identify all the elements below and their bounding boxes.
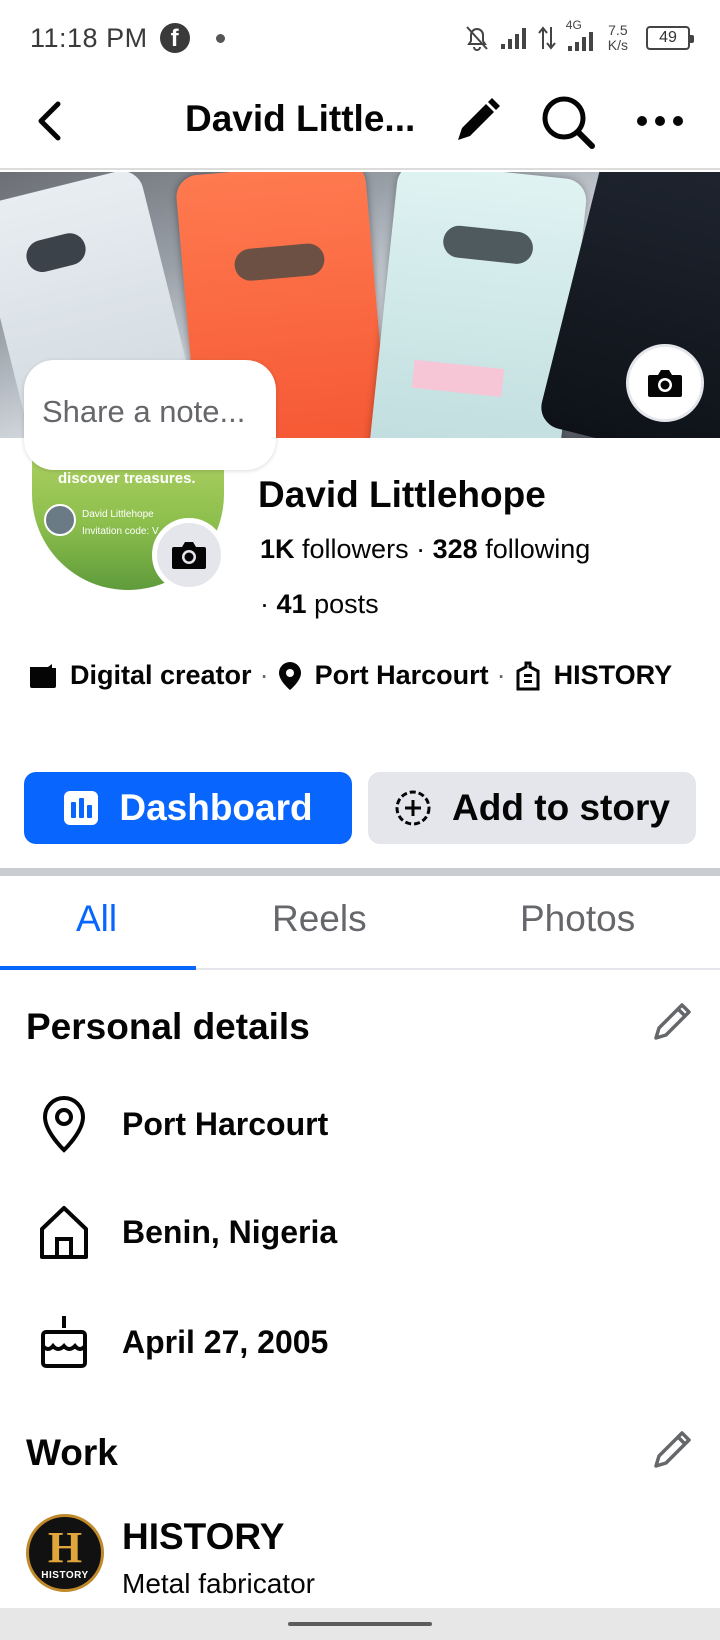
edit-personal-details-pencil-icon[interactable] xyxy=(650,998,696,1044)
home-icon xyxy=(40,1206,88,1259)
posts-separator: · xyxy=(260,589,269,619)
stats-separator: · xyxy=(416,534,426,564)
add-to-story-button[interactable]: Add to story xyxy=(368,772,696,844)
avatar-overlay-text: discover treasures. xyxy=(58,470,196,487)
avatar-thumbnail xyxy=(44,504,76,536)
status-right: 4G 7.5 K/s 49 xyxy=(464,18,694,53)
tab-reels[interactable]: Reels xyxy=(272,898,367,940)
personal-details-title: Personal details xyxy=(26,1006,310,1047)
dashboard-label: Dashboard xyxy=(119,787,313,828)
avatar-overlay-caption: David Littlehope Invitation code: V xyxy=(82,509,159,537)
intro-location: Port Harcourt xyxy=(314,660,489,690)
detail-row-current-city: Port Harcourt xyxy=(36,1094,328,1154)
edit-work-pencil-icon[interactable] xyxy=(650,1426,696,1472)
following-count[interactable]: 328 xyxy=(433,534,478,564)
tab-photos[interactable]: Photos xyxy=(520,898,635,940)
detail-current-city: Port Harcourt xyxy=(122,1105,329,1142)
posts-label: posts xyxy=(314,589,379,619)
search-icon[interactable] xyxy=(538,92,598,152)
followers-label[interactable]: followers xyxy=(302,534,409,564)
history-logo[interactable]: H HISTORY xyxy=(26,1514,104,1592)
dashboard-icon xyxy=(64,791,99,825)
posts-count: 41 xyxy=(276,589,307,619)
notification-dot-icon xyxy=(215,33,225,43)
profile-name: David Littlehope xyxy=(258,474,546,515)
edit-profile-picture-button[interactable] xyxy=(152,518,226,592)
work-role: Metal fabricator xyxy=(122,1568,315,1599)
net-speed: 7.5 K/s xyxy=(607,22,628,53)
signal-icon xyxy=(500,28,526,49)
back-icon[interactable] xyxy=(28,96,78,146)
data-transfer-icon xyxy=(537,26,556,50)
work-company-name[interactable]: HISTORY xyxy=(122,1516,284,1558)
signal-4g-icon: 4G xyxy=(566,18,598,52)
camera-icon xyxy=(648,370,682,397)
active-tab-indicator xyxy=(0,966,196,970)
work-section-title: Work xyxy=(26,1432,118,1473)
add-story-icon xyxy=(395,790,431,826)
share-note-bubble[interactable]: Share a note... xyxy=(24,360,276,470)
intro-category: Digital creator xyxy=(70,660,252,690)
detail-birthday: April 27, 2005 xyxy=(122,1323,329,1360)
battery-icon: 49 xyxy=(646,26,694,50)
edit-cover-camera-button[interactable] xyxy=(626,344,704,422)
location-pin-icon xyxy=(278,661,301,690)
followers-count[interactable]: 1K xyxy=(260,534,295,564)
status-time: 11:18 PM xyxy=(30,22,148,53)
following-label[interactable]: following xyxy=(485,534,590,564)
work-building-icon xyxy=(516,661,540,690)
section-divider xyxy=(0,868,720,876)
profile-tabs: All Reels Photos xyxy=(0,876,720,970)
profile-posts-stat: · 41 posts xyxy=(260,589,379,620)
status-bar: 11:18 PM f 4G 7.5 K/s 49 xyxy=(0,0,720,76)
facebook-notification-icon: f xyxy=(159,23,190,53)
profile-intro: Digital creator · Port Harcourt · HISTOR… xyxy=(28,660,672,691)
intro-work: HISTORY xyxy=(553,660,673,690)
system-nav-bar xyxy=(0,1608,720,1640)
location-pin-icon xyxy=(42,1095,86,1153)
tab-all[interactable]: All xyxy=(76,898,117,940)
profile-stats: 1K followers · 328 following xyxy=(260,534,590,565)
share-note-placeholder: Share a note... xyxy=(42,394,246,429)
edit-icon[interactable] xyxy=(448,94,504,150)
creator-category-icon xyxy=(30,663,56,688)
camera-icon xyxy=(172,542,206,569)
top-app-bar: David Little... xyxy=(0,76,720,170)
page-title: David Little... xyxy=(185,98,416,139)
detail-hometown: Benin, Nigeria xyxy=(122,1213,338,1250)
birthday-cake-icon xyxy=(41,1316,87,1368)
detail-row-hometown: Benin, Nigeria xyxy=(36,1202,337,1262)
dashboard-button[interactable]: Dashboard xyxy=(24,772,352,844)
home-indicator[interactable] xyxy=(288,1622,432,1626)
add-to-story-label: Add to story xyxy=(452,787,670,828)
more-icon[interactable] xyxy=(636,106,684,136)
detail-row-birthday: April 27, 2005 xyxy=(36,1312,328,1372)
muted-bell-icon xyxy=(466,26,488,51)
